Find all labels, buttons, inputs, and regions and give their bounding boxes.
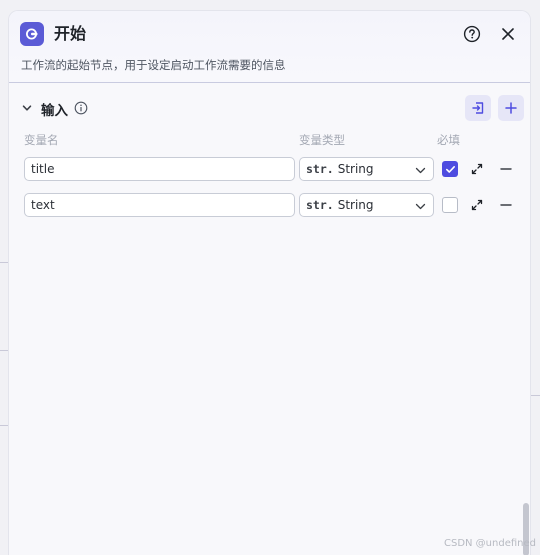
type-prefix: str. xyxy=(306,162,334,176)
close-icon xyxy=(502,28,514,40)
chevron-down-icon[interactable] xyxy=(21,102,33,114)
chevron-down-icon xyxy=(415,203,426,210)
minus-icon[interactable] xyxy=(499,198,513,212)
chevron-down-icon xyxy=(415,167,426,174)
required-checkbox[interactable] xyxy=(442,161,458,177)
variable-type-select[interactable]: str. String xyxy=(299,157,434,181)
panel-title: 开始 xyxy=(54,24,87,43)
canvas-edge-line xyxy=(0,425,8,426)
column-header-name: 变量名 xyxy=(24,133,59,147)
canvas-edge-line xyxy=(531,395,540,396)
type-prefix: str. xyxy=(306,198,334,212)
canvas-edge-line xyxy=(0,262,8,263)
plus-icon xyxy=(505,102,517,114)
type-label: String xyxy=(337,198,374,212)
panel-header: 开始 工作流的起始节点，用于设定启动工作流需要的信息 xyxy=(9,11,530,83)
close-button[interactable] xyxy=(497,23,519,45)
section-title: 输入 xyxy=(41,103,68,119)
variable-row: str. String xyxy=(9,193,530,219)
variable-name-input[interactable] xyxy=(24,157,295,181)
help-button[interactable] xyxy=(461,23,483,45)
variable-type-select[interactable]: str. String xyxy=(299,193,434,217)
canvas-edge-line xyxy=(0,350,8,351)
panel-description: 工作流的起始节点，用于设定启动工作流需要的信息 xyxy=(21,58,286,72)
expand-arrows-icon[interactable] xyxy=(470,198,484,212)
variable-row: str. String xyxy=(9,157,530,183)
add-variable-button[interactable] xyxy=(498,95,524,121)
expand-arrows-icon[interactable] xyxy=(470,162,484,176)
watermark-text: CSDN @undefined xyxy=(443,538,536,549)
variable-name-input[interactable] xyxy=(24,193,295,217)
import-variables-button[interactable] xyxy=(465,95,491,121)
import-icon xyxy=(472,102,484,114)
type-label: String xyxy=(337,162,374,176)
start-node-panel: 开始 工作流的起始节点，用于设定启动工作流需要的信息 输入 变量名 变量类型 必… xyxy=(8,10,531,555)
required-checkbox[interactable] xyxy=(442,197,458,213)
help-circle-icon xyxy=(463,25,481,43)
start-node-icon xyxy=(20,22,44,46)
column-header-required: 必填 xyxy=(437,133,460,147)
check-icon xyxy=(445,165,455,173)
info-icon[interactable] xyxy=(74,101,88,115)
minus-icon[interactable] xyxy=(499,162,513,176)
column-header-type: 变量类型 xyxy=(299,133,345,147)
input-section-header: 输入 xyxy=(9,94,530,124)
